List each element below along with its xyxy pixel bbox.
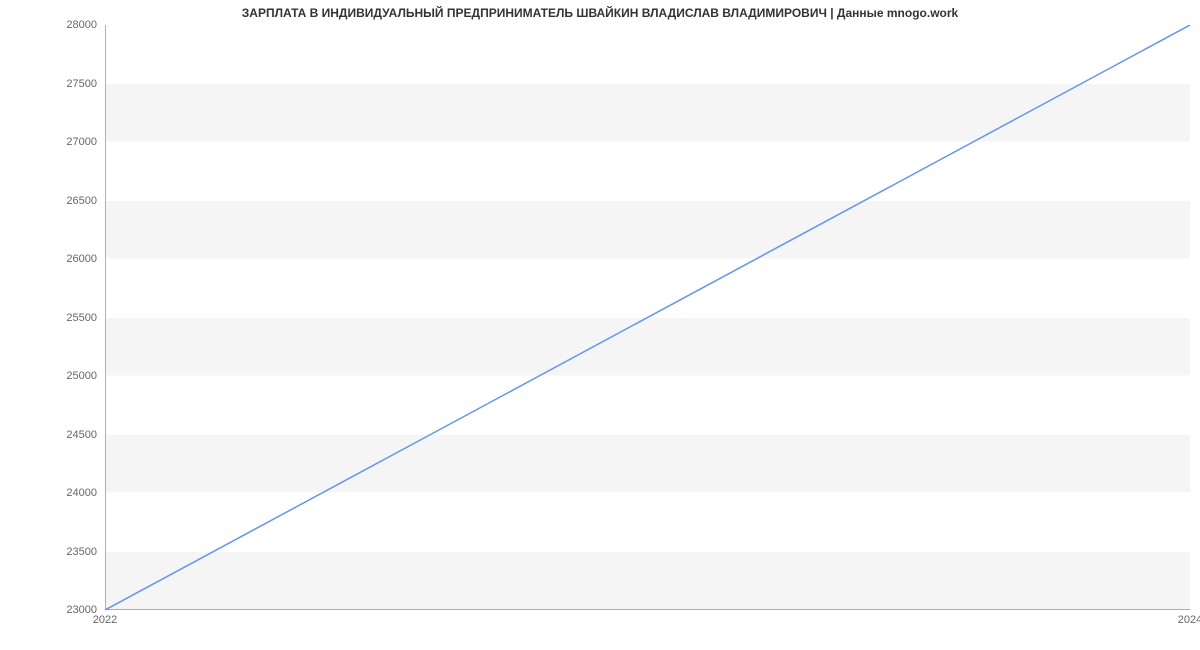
y-tick-label: 24500 (37, 429, 97, 441)
chart-title: ЗАРПЛАТА В ИНДИВИДУАЛЬНЫЙ ПРЕДПРИНИМАТЕЛ… (0, 6, 1200, 20)
grid-band (105, 201, 1190, 260)
y-tick-label: 24000 (37, 487, 97, 499)
y-tick-label: 23000 (37, 604, 97, 616)
y-tick-label: 27500 (37, 78, 97, 90)
grid-band (105, 142, 1190, 201)
chart-svg (105, 25, 1190, 610)
y-tick-label: 26000 (37, 253, 97, 265)
x-tick-label: 2022 (93, 614, 117, 626)
grid-band (105, 552, 1190, 611)
y-tick-label: 23500 (37, 546, 97, 558)
x-tick-label: 2024 (1178, 614, 1200, 626)
y-tick-label: 25500 (37, 312, 97, 324)
chart-container: ЗАРПЛАТА В ИНДИВИДУАЛЬНЫЙ ПРЕДПРИНИМАТЕЛ… (0, 0, 1200, 650)
plot-area (105, 25, 1190, 610)
grid-band (105, 259, 1190, 318)
grid-band (105, 25, 1190, 84)
grid-band (105, 376, 1190, 435)
grid-band (105, 318, 1190, 377)
y-tick-label: 27000 (37, 136, 97, 148)
y-tick-label: 26500 (37, 195, 97, 207)
grid-band (105, 435, 1190, 494)
y-tick-label: 28000 (37, 19, 97, 31)
y-tick-label: 25000 (37, 370, 97, 382)
